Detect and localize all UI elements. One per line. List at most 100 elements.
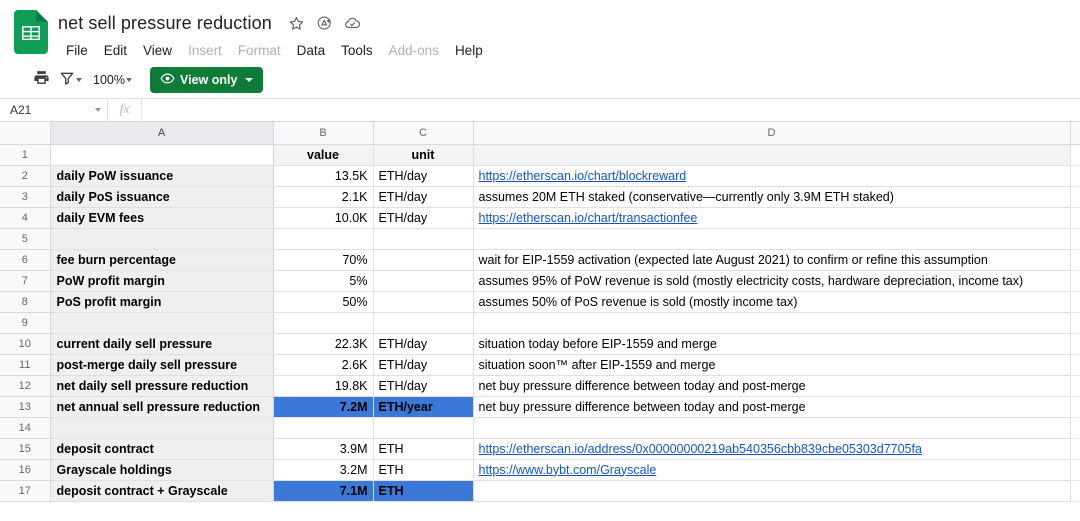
cell-link[interactable]: https://etherscan.io/chart/blockreward <box>479 169 687 183</box>
cell-D13[interactable]: net buy pressure difference between toda… <box>473 396 1070 417</box>
cell-A15[interactable]: deposit contract <box>50 438 273 459</box>
cell-B2[interactable]: 13.5K <box>273 165 373 186</box>
row-header[interactable]: 9 <box>0 312 50 333</box>
row-header[interactable]: 6 <box>0 249 50 270</box>
cell-D8[interactable]: assumes 50% of PoS revenue is sold (most… <box>473 291 1070 312</box>
cell-B4[interactable]: 10.0K <box>273 207 373 228</box>
cell-C2[interactable]: ETH/day <box>373 165 473 186</box>
cell-A16[interactable]: Grayscale holdings <box>50 459 273 480</box>
column-header-b[interactable]: B <box>273 122 373 144</box>
cell-A3[interactable]: daily PoS issuance <box>50 186 273 207</box>
cell-C15[interactable]: ETH <box>373 438 473 459</box>
cell-A1[interactable] <box>50 144 273 165</box>
cell-C4[interactable]: ETH/day <box>373 207 473 228</box>
cell-B11[interactable]: 2.6K <box>273 354 373 375</box>
row-header[interactable]: 15 <box>0 438 50 459</box>
row-header[interactable]: 10 <box>0 333 50 354</box>
menu-edit[interactable]: Edit <box>96 41 135 60</box>
cell-D10[interactable]: situation today before EIP-1559 and merg… <box>473 333 1070 354</box>
cell-B7[interactable]: 5% <box>273 270 373 291</box>
column-header-c[interactable]: C <box>373 122 473 144</box>
row-header[interactable]: 3 <box>0 186 50 207</box>
cell-link[interactable]: https://etherscan.io/chart/transactionfe… <box>479 211 698 225</box>
select-all-corner[interactable] <box>0 122 50 144</box>
cell-C3[interactable]: ETH/day <box>373 186 473 207</box>
cell-C6[interactable] <box>373 249 473 270</box>
cell-D1[interactable] <box>473 144 1070 165</box>
cell-C17[interactable]: ETH <box>373 480 473 501</box>
cell-B1[interactable]: value <box>273 144 373 165</box>
cell-C12[interactable]: ETH/day <box>373 375 473 396</box>
cell-B15[interactable]: 3.9M <box>273 438 373 459</box>
menu-data[interactable]: Data <box>289 41 334 60</box>
cell-D3[interactable]: assumes 20M ETH staked (conservative—cur… <box>473 186 1070 207</box>
spreadsheet-grid[interactable]: A B C D 1valueunit2daily PoW issuance13.… <box>0 122 1080 521</box>
zoom-selector[interactable]: 100% <box>87 67 138 93</box>
cell-C14[interactable] <box>373 417 473 438</box>
cell-C10[interactable]: ETH/day <box>373 333 473 354</box>
cell-link[interactable]: https://etherscan.io/address/0x000000002… <box>479 442 922 456</box>
menu-file[interactable]: File <box>58 41 96 60</box>
cell-B6[interactable]: 70% <box>273 249 373 270</box>
filter-button[interactable] <box>56 67 85 93</box>
cell-B5[interactable] <box>273 228 373 249</box>
cell-A11[interactable]: post-merge daily sell pressure <box>50 354 273 375</box>
cell-D16[interactable]: https://www.bybt.com/Grayscale <box>473 459 1070 480</box>
cell-A8[interactable]: PoS profit margin <box>50 291 273 312</box>
cell-A7[interactable]: PoW profit margin <box>50 270 273 291</box>
row-header[interactable]: 13 <box>0 396 50 417</box>
menu-view[interactable]: View <box>135 41 180 60</box>
cell-B12[interactable]: 19.8K <box>273 375 373 396</box>
cell-D7[interactable]: assumes 95% of PoW revenue is sold (most… <box>473 270 1070 291</box>
cell-D12[interactable]: net buy pressure difference between toda… <box>473 375 1070 396</box>
cell-D4[interactable]: https://etherscan.io/chart/transactionfe… <box>473 207 1070 228</box>
print-button[interactable] <box>28 67 54 93</box>
cell-B16[interactable]: 3.2M <box>273 459 373 480</box>
document-title[interactable]: net sell pressure reduction <box>58 13 276 34</box>
cell-D9[interactable] <box>473 312 1070 333</box>
formula-input[interactable] <box>142 99 1080 121</box>
row-header[interactable]: 7 <box>0 270 50 291</box>
cell-D5[interactable] <box>473 228 1070 249</box>
cell-D2[interactable]: https://etherscan.io/chart/blockreward <box>473 165 1070 186</box>
cell-C8[interactable] <box>373 291 473 312</box>
row-header[interactable]: 16 <box>0 459 50 480</box>
cell-A5[interactable] <box>50 228 273 249</box>
column-header-d[interactable]: D <box>473 122 1070 144</box>
cell-C9[interactable] <box>373 312 473 333</box>
move-to-drive-icon[interactable] <box>314 12 336 34</box>
cell-B9[interactable] <box>273 312 373 333</box>
cell-A12[interactable]: net daily sell pressure reduction <box>50 375 273 396</box>
cell-B10[interactable]: 22.3K <box>273 333 373 354</box>
row-header[interactable]: 17 <box>0 480 50 501</box>
cell-link[interactable]: https://www.bybt.com/Grayscale <box>479 463 657 477</box>
cell-A2[interactable]: daily PoW issuance <box>50 165 273 186</box>
cell-B8[interactable]: 50% <box>273 291 373 312</box>
row-header[interactable]: 11 <box>0 354 50 375</box>
cell-D11[interactable]: situation soon™ after EIP-1559 and merge <box>473 354 1070 375</box>
cell-B3[interactable]: 2.1K <box>273 186 373 207</box>
cell-D17[interactable] <box>473 480 1070 501</box>
cell-D15[interactable]: https://etherscan.io/address/0x000000002… <box>473 438 1070 459</box>
menu-help[interactable]: Help <box>447 41 491 60</box>
cell-C5[interactable] <box>373 228 473 249</box>
menu-tools[interactable]: Tools <box>333 41 381 60</box>
cell-B13[interactable]: 7.2M <box>273 396 373 417</box>
column-header-a[interactable]: A <box>50 122 273 144</box>
name-box[interactable]: A21 <box>0 99 108 121</box>
row-header[interactable]: 2 <box>0 165 50 186</box>
cell-A9[interactable] <box>50 312 273 333</box>
cell-A4[interactable]: daily EVM fees <box>50 207 273 228</box>
cell-A13[interactable]: net annual sell pressure reduction <box>50 396 273 417</box>
cell-B17[interactable]: 7.1M <box>273 480 373 501</box>
star-icon[interactable] <box>286 12 308 34</box>
row-header[interactable]: 4 <box>0 207 50 228</box>
cell-A17[interactable]: deposit contract + Grayscale <box>50 480 273 501</box>
row-header[interactable]: 14 <box>0 417 50 438</box>
cell-B14[interactable] <box>273 417 373 438</box>
cell-C11[interactable]: ETH/day <box>373 354 473 375</box>
row-header[interactable]: 12 <box>0 375 50 396</box>
cell-A6[interactable]: fee burn percentage <box>50 249 273 270</box>
cell-C16[interactable]: ETH <box>373 459 473 480</box>
row-header[interactable]: 8 <box>0 291 50 312</box>
